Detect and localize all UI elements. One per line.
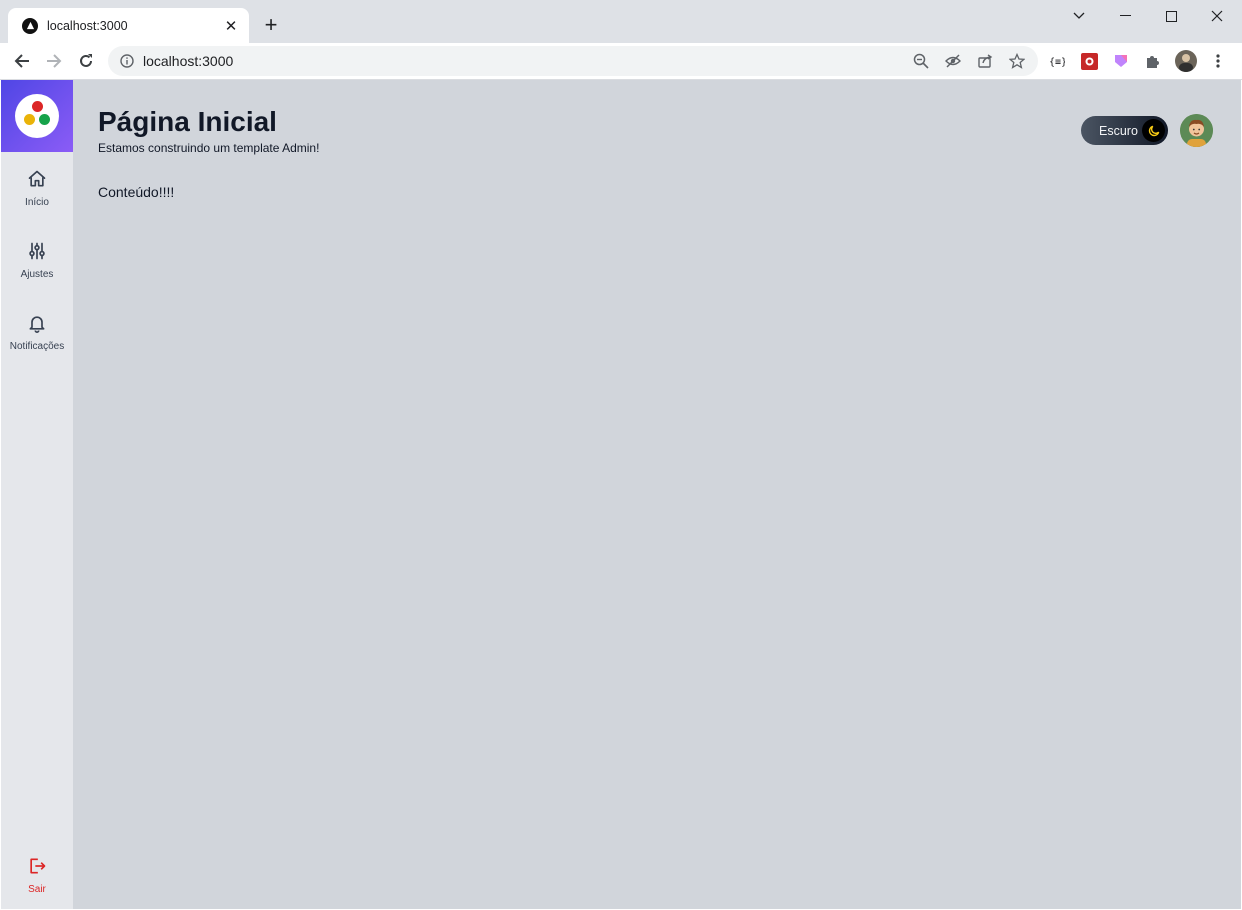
svg-text:{≡}: {≡} <box>1049 57 1065 67</box>
bookmark-star-icon[interactable] <box>1008 52 1026 69</box>
page-title: Página Inicial <box>98 106 277 137</box>
profile-avatar[interactable] <box>1175 50 1197 72</box>
content-text: Conteúdo!!!! <box>98 184 175 200</box>
bell-icon <box>27 313 47 338</box>
browser-tab[interactable]: localhost:3000 ✕ <box>8 8 249 43</box>
app: Início Ajustes Notificações Sair Página … <box>1 80 1241 909</box>
logo[interactable] <box>1 80 73 152</box>
url-text: localhost:3000 <box>143 53 234 69</box>
tab-search-icon[interactable] <box>1056 0 1102 32</box>
sidebar-item-ajustes[interactable]: Ajustes <box>1 224 73 296</box>
sidebar-item-label: Ajustes <box>20 268 54 280</box>
sidebar-item-label: Notificações <box>9 340 65 352</box>
home-icon <box>27 169 47 194</box>
tab-title: localhost:3000 <box>47 18 128 33</box>
page-subtitle: Estamos construindo um template Admin! <box>98 141 320 155</box>
sidebar-item-inicio[interactable]: Início <box>1 152 73 224</box>
logo-dot-red <box>31 101 43 112</box>
json-viewer-extension-icon[interactable]: {≡} <box>1048 52 1066 70</box>
forward-icon[interactable] <box>40 47 68 75</box>
browser-toolbar: localhost:3000 {≡} <box>0 43 1242 80</box>
minimize-icon[interactable] <box>1102 0 1148 32</box>
logo-circle <box>15 94 59 138</box>
moon-icon <box>1142 119 1165 142</box>
tab-close-icon[interactable]: ✕ <box>223 17 239 35</box>
back-icon[interactable] <box>8 47 36 75</box>
logo-dot-green <box>39 114 50 125</box>
theme-toggle-label: Escuro <box>1099 123 1138 138</box>
sidebar-item-label: Início <box>25 196 49 208</box>
red-extension-icon[interactable] <box>1080 52 1098 70</box>
address-bar[interactable]: localhost:3000 <box>108 46 1038 76</box>
main-area: Página Inicial Estamos construindo um te… <box>73 80 1241 909</box>
share-icon[interactable] <box>977 53 993 69</box>
reload-icon[interactable] <box>72 47 100 75</box>
gradient-extension-icon[interactable] <box>1112 52 1130 70</box>
logout-label: Sair <box>28 884 46 895</box>
window-close-icon[interactable] <box>1194 0 1240 32</box>
zoom-out-icon[interactable] <box>913 53 929 69</box>
logout-icon <box>27 856 47 881</box>
extensions-puzzle-icon[interactable] <box>1144 52 1162 70</box>
browser-tab-strip: localhost:3000 ✕ + <box>0 0 1242 43</box>
sidebar-item-notificacoes[interactable]: Notificações <box>1 296 73 368</box>
browser-menu-icon[interactable] <box>1209 52 1227 70</box>
new-tab-button[interactable]: + <box>258 13 284 39</box>
theme-toggle[interactable]: Escuro <box>1081 116 1168 145</box>
sliders-icon <box>27 241 47 266</box>
user-avatar[interactable] <box>1180 114 1213 147</box>
site-info-icon[interactable] <box>120 54 134 73</box>
sidebar: Início Ajustes Notificações Sair <box>1 80 73 909</box>
logo-dot-yellow <box>24 114 35 125</box>
nextjs-favicon-icon <box>22 17 38 34</box>
tracking-blocked-eye-icon[interactable] <box>945 53 961 69</box>
logout-button[interactable]: Sair <box>1 856 73 895</box>
maximize-icon[interactable] <box>1148 0 1194 32</box>
